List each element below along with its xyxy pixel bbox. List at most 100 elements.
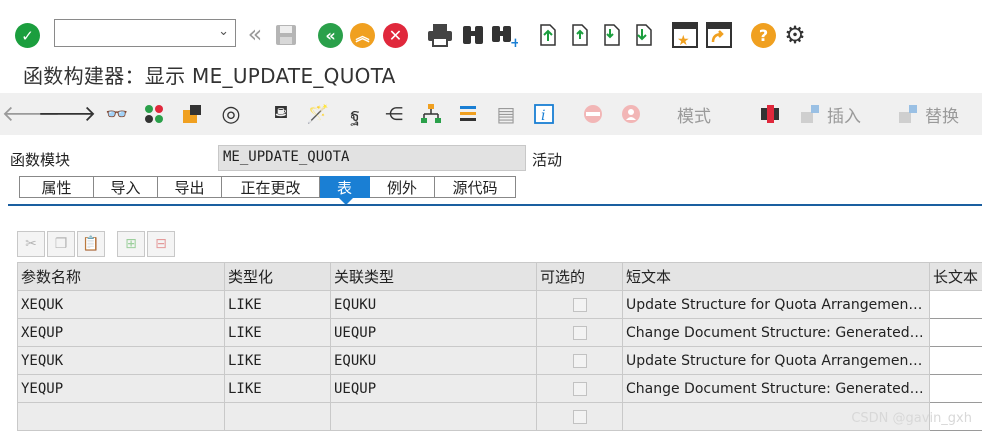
arrow-right-icon[interactable]: 🡒 — [38, 99, 97, 129]
back-double-icon[interactable]: « — [242, 20, 268, 48]
replace-button[interactable]: 替换 — [925, 102, 959, 127]
find-next-icon[interactable]: + — [490, 22, 518, 48]
optional-checkbox[interactable] — [572, 381, 587, 396]
ref-type-cell[interactable]: UEQUP — [330, 318, 537, 347]
chevron-down-icon[interactable]: ⌄ — [218, 24, 229, 39]
page-prev-icon[interactable] — [567, 22, 591, 48]
tab-tables[interactable]: 表 — [320, 176, 370, 198]
function-module-field[interactable]: ME_UPDATE_QUOTA — [218, 145, 526, 171]
glasses-pencil-icon[interactable]: 👓 — [104, 99, 130, 129]
short-text-cell[interactable]: Update Structure for Quota Arrangement I… — [622, 290, 930, 319]
up-orange-icon[interactable]: ︽ — [350, 23, 375, 48]
table-row[interactable]: YEQUK LIKE EQUKU Update Structure for Qu… — [17, 346, 982, 375]
document-icon[interactable]: ▤ — [493, 99, 519, 129]
pattern-icon[interactable]: ฐ — [342, 99, 368, 129]
user-breakpoint-icon[interactable] — [618, 99, 644, 129]
page-first-icon[interactable] — [535, 22, 559, 48]
tab-import[interactable]: 导入 — [94, 176, 158, 198]
table-row[interactable]: YEQUP LIKE UEQUP Change Document Structu… — [17, 374, 982, 403]
typing-cell[interactable]: LIKE — [224, 374, 331, 403]
activate-icon[interactable] — [179, 99, 205, 129]
col-short-text[interactable]: 短文本 — [622, 262, 930, 291]
stack-icon[interactable] — [455, 99, 481, 129]
param-name-cell[interactable]: YEQUK — [17, 346, 225, 375]
typing-cell[interactable] — [224, 402, 331, 431]
svg-text:★: ★ — [677, 33, 690, 48]
page-last-icon[interactable] — [631, 22, 655, 48]
tab-export[interactable]: 导出 — [158, 176, 222, 198]
cut-icon[interactable]: ✂ — [17, 231, 45, 257]
paste-icon[interactable]: 📋 — [77, 231, 105, 257]
optional-checkbox[interactable] — [572, 409, 587, 424]
copy-icon[interactable]: ❐ — [47, 231, 75, 257]
tab-changing[interactable]: 正在更改 — [222, 176, 320, 198]
col-long-text[interactable]: 长文本 — [929, 262, 982, 291]
insert-button[interactable]: 插入 — [827, 102, 861, 127]
settings-gear-icon[interactable]: ⚙ — [782, 21, 808, 49]
optional-checkbox[interactable] — [572, 325, 587, 340]
ref-type-cell[interactable]: UEQUP — [330, 374, 537, 403]
object-list-icon[interactable]: ⛾ — [268, 99, 294, 129]
optional-cell — [536, 346, 623, 375]
table-row[interactable]: XEQUP LIKE UEQUP Change Document Structu… — [17, 318, 982, 347]
optional-checkbox[interactable] — [572, 353, 587, 368]
ref-type-cell[interactable] — [330, 402, 537, 431]
optional-cell — [536, 290, 623, 319]
optional-cell — [536, 318, 623, 347]
help-icon[interactable]: ? — [751, 23, 776, 48]
pattern-insert-icon[interactable] — [757, 99, 783, 129]
param-name-cell[interactable]: XEQUK — [17, 290, 225, 319]
branch-icon[interactable]: ⋲ — [381, 99, 407, 129]
cancel-red-icon[interactable]: ✕ — [383, 23, 408, 48]
optional-checkbox[interactable] — [572, 297, 587, 312]
long-text-button[interactable] — [929, 318, 982, 347]
layout-icon[interactable]: ★ — [671, 21, 699, 49]
ref-type-cell[interactable]: EQUKU — [330, 290, 537, 319]
info-icon[interactable]: i — [531, 99, 557, 129]
ref-type-cell[interactable]: EQUKU — [330, 346, 537, 375]
insert-icon[interactable] — [797, 99, 823, 129]
long-text-button[interactable] — [929, 346, 982, 375]
breakpoint-icon[interactable] — [580, 99, 606, 129]
find-icon[interactable] — [461, 22, 485, 48]
tab-attributes[interactable]: 属性 — [19, 176, 94, 198]
where-used-icon[interactable]: ◎ — [218, 99, 244, 129]
param-name-cell[interactable] — [17, 402, 225, 431]
page-title: 函数构建器：显示 ME_UPDATE_QUOTA — [23, 64, 396, 88]
mode-button[interactable]: 模式 — [677, 102, 711, 127]
long-text-button[interactable] — [929, 374, 982, 403]
magic-wand-icon[interactable]: 🪄 — [305, 99, 331, 129]
param-name-cell[interactable]: XEQUP — [17, 318, 225, 347]
col-typing[interactable]: 类型化 — [224, 262, 331, 291]
table-row[interactable] — [17, 402, 982, 431]
command-field[interactable]: ⌄ — [54, 19, 236, 47]
short-text-cell[interactable]: Change Document Structure: Generated by … — [622, 374, 930, 403]
back-green-icon[interactable]: « — [318, 23, 343, 48]
check-object-icon[interactable] — [141, 99, 167, 129]
shortcut-icon[interactable] — [705, 21, 733, 49]
col-optional[interactable]: 可选的 — [536, 262, 623, 291]
tab-exceptions[interactable]: 例外 — [370, 176, 435, 198]
replace-icon[interactable] — [895, 99, 921, 129]
long-text-button[interactable] — [929, 290, 982, 319]
svg-text:+: + — [510, 36, 518, 47]
typing-cell[interactable]: LIKE — [224, 318, 331, 347]
delete-row-icon[interactable]: ⊟ — [147, 231, 175, 257]
short-text-cell[interactable]: Change Document Structure: Generated by … — [622, 318, 930, 347]
table-row[interactable]: XEQUK LIKE EQUKU Update Structure for Qu… — [17, 290, 982, 319]
typing-cell[interactable]: LIKE — [224, 346, 331, 375]
check-icon[interactable]: ✓ — [15, 23, 40, 48]
typing-cell[interactable]: LIKE — [224, 290, 331, 319]
optional-cell — [536, 402, 623, 431]
hierarchy-icon[interactable] — [418, 99, 444, 129]
col-ref-type[interactable]: 关联类型 — [330, 262, 537, 291]
print-icon[interactable] — [426, 22, 454, 48]
page-next-icon[interactable] — [599, 22, 623, 48]
col-param-name[interactable]: 参数名称 — [17, 262, 225, 291]
insert-row-icon[interactable]: ⊞ — [117, 231, 145, 257]
save-icon[interactable] — [274, 22, 298, 47]
tab-source-code[interactable]: 源代码 — [435, 176, 516, 198]
param-name-cell[interactable]: YEQUP — [17, 374, 225, 403]
svg-text:i: i — [541, 108, 545, 124]
short-text-cell[interactable]: Update Structure for Quota Arrangement I… — [622, 346, 930, 375]
